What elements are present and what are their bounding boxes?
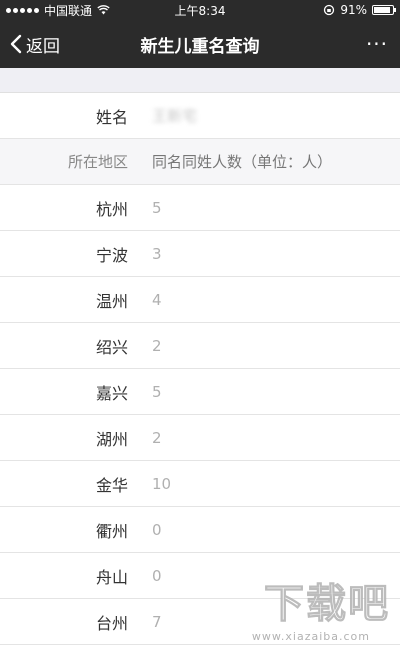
battery-percent: 91% [340, 3, 367, 17]
table-row: 绍兴 2 [0, 323, 400, 369]
table-row: 湖州 2 [0, 415, 400, 461]
count-value: 0 [152, 520, 162, 539]
battery-fill [374, 7, 391, 13]
status-bar: 中国联通 上午8:34 91% [0, 0, 400, 20]
region-label: 湖州 [95, 429, 128, 449]
region-label: 金华 [95, 475, 128, 495]
count-value: 10 [152, 474, 172, 493]
header-count: 同名同姓人数（单位：人） [152, 153, 333, 171]
table-header: 所在地区 同名同姓人数（单位：人） [0, 139, 400, 185]
page-title: 新生儿重名查询 [140, 36, 260, 57]
region-label: 杭州 [95, 199, 128, 219]
table-row: 宁波 3 [0, 231, 400, 277]
table-row: 金华 10 [0, 461, 400, 507]
count-value: 7 [152, 612, 162, 631]
count-value: 2 [152, 428, 162, 447]
name-value: 王新宅 [152, 107, 198, 125]
count-value: 3 [152, 244, 162, 263]
count-value: 5 [152, 382, 162, 401]
header-region: 所在地区 [67, 153, 128, 171]
table-row: 嘉兴 5 [0, 369, 400, 415]
table-row: 衢州 0 [0, 507, 400, 553]
more-options-button[interactable]: ··· [362, 20, 392, 68]
region-label: 宁波 [95, 245, 128, 265]
region-label: 台州 [95, 613, 128, 633]
battery-icon [372, 5, 396, 15]
region-label: 衢州 [95, 521, 128, 541]
count-value: 5 [152, 198, 162, 217]
section-spacer [0, 68, 400, 93]
table-row: 杭州 5 [0, 185, 400, 231]
nav-bar: 返回 新生儿重名查询 ··· [0, 20, 400, 68]
count-value: 4 [152, 290, 162, 309]
content-area: 姓名 王新宅 所在地区 同名同姓人数（单位：人） 杭州 5 宁波 3 温州 4 … [0, 68, 400, 651]
region-label: 绍兴 [95, 337, 128, 357]
count-value: 0 [152, 566, 162, 585]
watermark-logo: 下载吧 [264, 581, 390, 628]
name-row: 姓名 王新宅 [0, 93, 400, 139]
region-label: 嘉兴 [95, 383, 128, 403]
region-label: 温州 [95, 291, 128, 311]
count-value: 2 [152, 336, 162, 355]
status-right: 91% [323, 0, 396, 20]
name-label: 姓名 [95, 107, 128, 127]
watermark-url: www.xiazaiba.com [251, 630, 370, 643]
rotation-lock-icon [324, 4, 335, 16]
table-row: 温州 4 [0, 277, 400, 323]
region-label: 舟山 [95, 567, 128, 587]
